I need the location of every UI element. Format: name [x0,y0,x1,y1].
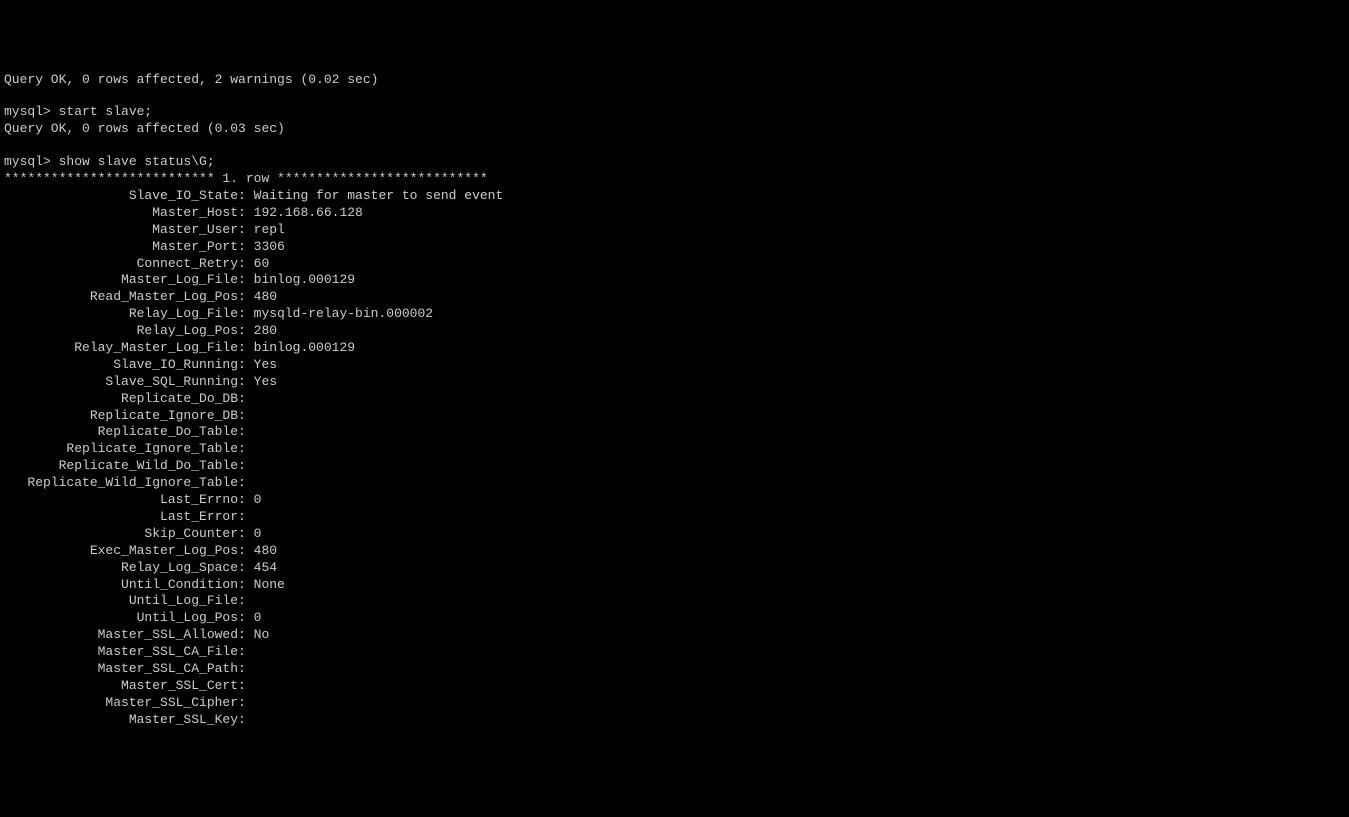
status-row: Master_SSL_CA_Path: [4,661,1345,678]
status-row: Master_Host: 192.168.66.128 [4,205,1345,222]
terminal-line: Query OK, 0 rows affected (0.03 sec) [4,121,1345,138]
status-row: Relay_Log_File: mysqld-relay-bin.000002 [4,306,1345,323]
status-row: Master_SSL_CA_File: [4,644,1345,661]
status-row: Relay_Log_Space: 454 [4,560,1345,577]
status-row: Master_SSL_Allowed: No [4,627,1345,644]
status-row: Last_Errno: 0 [4,492,1345,509]
status-row: Until_Condition: None [4,577,1345,594]
status-row: Master_SSL_Cipher: [4,695,1345,712]
status-row: Read_Master_Log_Pos: 480 [4,289,1345,306]
status-row: Master_SSL_Cert: [4,678,1345,695]
terminal-line: *************************** 1. row *****… [4,171,1345,188]
status-row: Master_Log_File: binlog.000129 [4,272,1345,289]
status-row: Replicate_Wild_Ignore_Table: [4,475,1345,492]
terminal-line: Query OK, 0 rows affected, 2 warnings (0… [4,72,1345,89]
status-row: Replicate_Do_DB: [4,391,1345,408]
status-row: Until_Log_Pos: 0 [4,610,1345,627]
status-row: Master_SSL_Key: [4,712,1345,729]
status-row: Replicate_Do_Table: [4,424,1345,441]
status-row: Replicate_Ignore_Table: [4,441,1345,458]
status-row: Until_Log_File: [4,593,1345,610]
status-row: Last_Error: [4,509,1345,526]
status-row: Master_User: repl [4,222,1345,239]
status-row: Replicate_Ignore_DB: [4,408,1345,425]
status-row: Slave_IO_State: Waiting for master to se… [4,188,1345,205]
status-row: Slave_SQL_Running: Yes [4,374,1345,391]
terminal-line: mysql> show slave status\G; [4,154,1345,171]
status-row: Relay_Master_Log_File: binlog.000129 [4,340,1345,357]
terminal-line [4,88,1345,104]
status-row: Replicate_Wild_Do_Table: [4,458,1345,475]
slave-status-output: Slave_IO_State: Waiting for master to se… [4,188,1345,729]
terminal-output[interactable]: Query OK, 0 rows affected, 2 warnings (0… [4,72,1345,729]
status-row: Skip_Counter: 0 [4,526,1345,543]
status-row: Relay_Log_Pos: 280 [4,323,1345,340]
terminal-line: mysql> start slave; [4,104,1345,121]
status-row: Master_Port: 3306 [4,239,1345,256]
status-row: Slave_IO_Running: Yes [4,357,1345,374]
status-row: Connect_Retry: 60 [4,256,1345,273]
status-row: Exec_Master_Log_Pos: 480 [4,543,1345,560]
terminal-line [4,138,1345,154]
